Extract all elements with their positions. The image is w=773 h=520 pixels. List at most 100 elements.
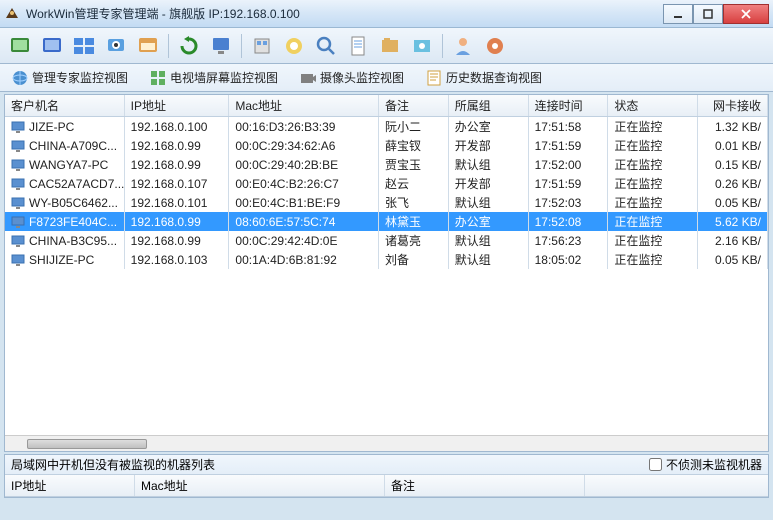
bottom-col-ip[interactable]: IP地址 [5,475,135,496]
cell-mac: 00:0C:29:34:62:A6 [229,136,379,155]
grid-header: 客户机名 IP地址 Mac地址 备注 所属组 连接时间 状态 网卡接收 [5,95,768,117]
table-row[interactable]: CAC52A7ACD7...192.168.0.10700:E0:4C:B2:2… [5,174,768,193]
tab-label: 摄像头监控视图 [320,69,404,86]
cell-ip: 192.168.0.99 [125,231,230,250]
col-header-mac[interactable]: Mac地址 [229,95,379,116]
cell-bandwidth: 2.16 KB/ [698,231,768,250]
toolbar-icon-1[interactable] [8,34,32,58]
cell-ip: 192.168.0.107 [125,174,230,193]
minimize-button[interactable] [663,4,693,24]
grid-icon [150,70,166,86]
cell-mac: 08:60:6E:57:5C:74 [229,212,379,231]
cell-note: 贾宝玉 [379,155,449,174]
search-icon[interactable] [314,34,338,58]
app-icon [4,6,20,22]
scrollbar-thumb[interactable] [27,439,147,449]
cell-time: 17:52:08 [529,212,609,231]
view-tabs: 管理专家监控视图 电视墙屏幕监控视图 摄像头监控视图 历史数据查询视图 [0,64,773,92]
cell-bandwidth: 0.05 KB/ [698,193,768,212]
cell-mac: 00:E0:4C:B2:26:C7 [229,174,379,193]
toolbar-icon-6[interactable] [250,34,274,58]
unmonitored-title: 局域网中开机但没有被监视的机器列表 [11,456,215,473]
cell-bandwidth: 0.01 KB/ [698,136,768,155]
cell-group: 开发部 [449,136,529,155]
col-header-bandwidth[interactable]: 网卡接收 [698,95,768,116]
cell-status: 正在监控 [608,231,698,250]
col-header-group[interactable]: 所属组 [449,95,529,116]
cell-note: 阮小二 [379,117,449,136]
tab-history[interactable]: 历史数据查询视图 [420,67,548,88]
col-header-time[interactable]: 连接时间 [529,95,609,116]
cell-bandwidth: 0.05 KB/ [698,250,768,269]
cell-note: 张飞 [379,193,449,212]
history-icon [426,70,442,86]
table-row[interactable]: JIZE-PC 192.168.0.10000:16:D3:26:B3:39阮小二… [5,117,768,136]
tab-tv-wall[interactable]: 电视墙屏幕监控视图 [144,67,284,88]
main-toolbar [0,28,773,64]
toolbar-icon-2[interactable] [40,34,64,58]
cell-name: SHIJIZE-PC [29,253,94,267]
cell-status: 正在监控 [608,250,698,269]
tab-label: 管理专家监控视图 [32,69,128,86]
tab-expert-monitor[interactable]: 管理专家监控视图 [6,67,134,88]
grid-body[interactable]: JIZE-PC 192.168.0.10000:16:D3:26:B3:39阮小二… [5,117,768,435]
table-row[interactable]: CHINA-A709C...192.168.0.9900:0C:29:34:62… [5,136,768,155]
table-row[interactable]: WY-B05C6462...192.168.0.10100:E0:4C:B1:B… [5,193,768,212]
table-row[interactable]: WANGYA7-PC192.168.0.9900:0C:29:40:2B:BE贾… [5,155,768,174]
no-detect-checkbox-input[interactable] [649,458,662,471]
toolbar-icon-8[interactable] [378,34,402,58]
cell-group: 默认组 [449,155,529,174]
cell-name: CAC52A7ACD7... [29,177,124,191]
bottom-col-note[interactable]: 备注 [385,475,585,496]
window-controls [663,4,769,24]
col-header-note[interactable]: 备注 [379,95,449,116]
cell-bandwidth: 0.26 KB/ [698,174,768,193]
cell-group: 默认组 [449,193,529,212]
toolbar-separator [241,34,242,58]
cell-name: JIZE-PC [29,120,74,134]
maximize-button[interactable] [693,4,723,24]
cell-note: 诸葛亮 [379,231,449,250]
close-button[interactable] [723,4,769,24]
col-header-status[interactable]: 状态 [608,95,698,116]
document-icon[interactable] [346,34,370,58]
cell-name: WY-B05C6462... [29,196,118,210]
camera-icon [300,70,316,86]
settings-icon[interactable] [483,34,507,58]
cell-name: CHINA-B3C95... [29,234,117,248]
cell-status: 正在监控 [608,117,698,136]
cell-mac: 00:0C:29:42:4D:0E [229,231,379,250]
cell-ip: 192.168.0.100 [125,117,230,136]
cell-mac: 00:16:D3:26:B3:39 [229,117,379,136]
toolbar-icon-5[interactable] [136,34,160,58]
cell-time: 18:05:02 [529,250,609,269]
horizontal-scrollbar[interactable] [5,435,768,451]
toolbar-icon-9[interactable] [410,34,434,58]
cell-time: 17:51:58 [529,117,609,136]
no-detect-checkbox[interactable]: 不侦测未监视机器 [649,456,762,473]
cell-bandwidth: 1.32 KB/ [698,117,768,136]
cell-status: 正在监控 [608,136,698,155]
table-row[interactable]: SHIJIZE-PC192.168.0.10300:1A:4D:6B:81:92… [5,250,768,269]
cell-time: 17:52:00 [529,155,609,174]
toolbar-icon-3[interactable] [72,34,96,58]
toolbar-icon-4[interactable] [104,34,128,58]
monitor-icon[interactable] [209,34,233,58]
col-header-name[interactable]: 客户机名 [5,95,125,116]
cell-time: 17:51:59 [529,136,609,155]
cell-status: 正在监控 [608,155,698,174]
user-icon[interactable] [451,34,475,58]
col-header-ip[interactable]: IP地址 [125,95,230,116]
table-row[interactable]: CHINA-B3C95... 192.168.0.9900:0C:29:42:4D… [5,231,768,250]
cell-status: 正在监控 [608,174,698,193]
cell-ip: 192.168.0.103 [125,250,230,269]
cell-ip: 192.168.0.99 [125,212,230,231]
bottom-col-mac[interactable]: Mac地址 [135,475,385,496]
table-row[interactable]: F8723FE404C...192.168.0.9908:60:6E:57:5C… [5,212,768,231]
tab-camera[interactable]: 摄像头监控视图 [294,67,410,88]
cell-group: 开发部 [449,174,529,193]
cell-note: 赵云 [379,174,449,193]
cell-status: 正在监控 [608,193,698,212]
toolbar-icon-7[interactable] [282,34,306,58]
refresh-icon[interactable] [177,34,201,58]
